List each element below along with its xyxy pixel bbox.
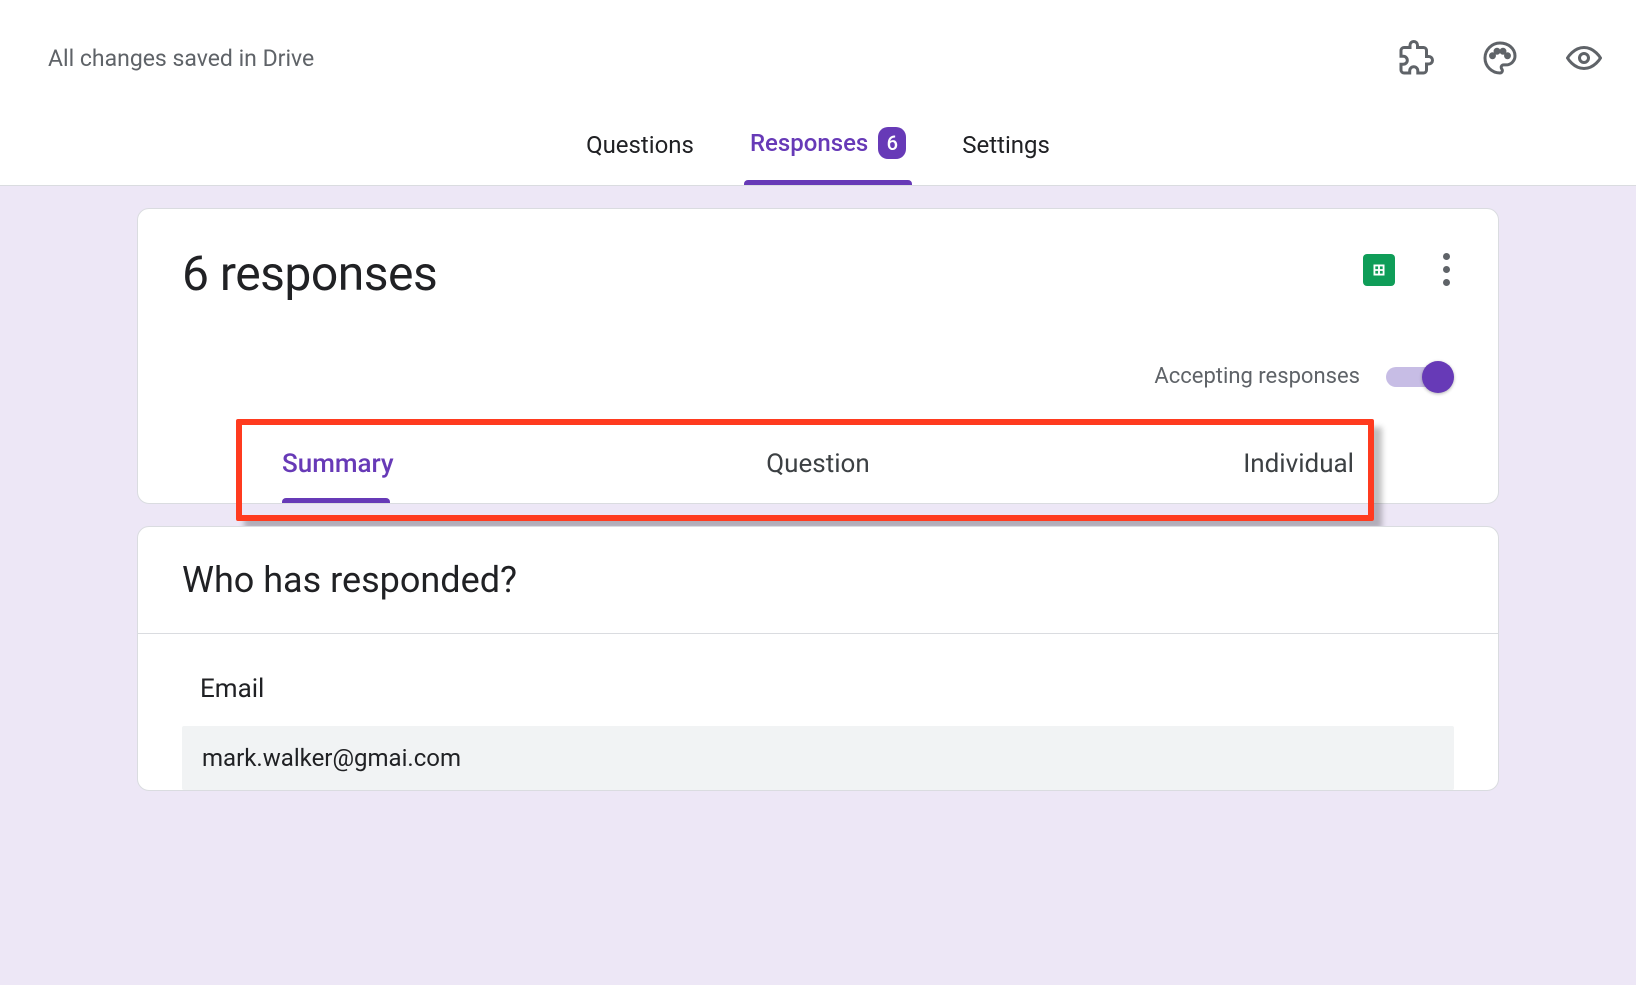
accepting-responses-toggle[interactable] (1386, 367, 1450, 387)
subtab-label: Summary (282, 449, 394, 479)
tab-questions[interactable]: Questions (580, 131, 700, 185)
subtab-question[interactable]: Question (636, 449, 1000, 503)
save-status: All changes saved in Drive (48, 45, 314, 72)
who-responded-title: Who has responded? (182, 559, 1454, 601)
respondent-email: mark.walker@gmai.com (182, 726, 1454, 790)
subtab-individual[interactable]: Individual (1000, 449, 1354, 503)
subtab-summary[interactable]: Summary (282, 449, 636, 503)
responses-card: 6 responses Accepting responses (137, 208, 1499, 504)
responses-title: 6 responses (182, 245, 437, 302)
more-options-button[interactable] (1439, 249, 1454, 290)
tab-label: Settings (962, 131, 1050, 159)
responses-subtabs: Summary Question Individual (182, 425, 1454, 503)
tab-settings[interactable]: Settings (956, 131, 1056, 185)
tab-label: Responses (750, 129, 868, 157)
accepting-responses-label: Accepting responses (1154, 364, 1360, 389)
palette-icon[interactable] (1482, 40, 1518, 76)
subtab-label: Question (766, 449, 869, 479)
addons-icon[interactable] (1398, 40, 1434, 76)
create-spreadsheet-button[interactable] (1363, 254, 1395, 286)
form-nav-tabs: Questions Responses 6 Settings (0, 98, 1636, 186)
email-column-label: Email (182, 674, 1454, 704)
responses-count-badge: 6 (878, 127, 906, 159)
subtab-label: Individual (1243, 449, 1354, 479)
tab-label: Questions (586, 131, 694, 159)
top-icons (1398, 40, 1612, 76)
preview-icon[interactable] (1566, 40, 1602, 76)
tab-responses[interactable]: Responses 6 (744, 127, 912, 185)
who-responded-card: Who has responded? Email mark.walker@gma… (137, 526, 1499, 791)
